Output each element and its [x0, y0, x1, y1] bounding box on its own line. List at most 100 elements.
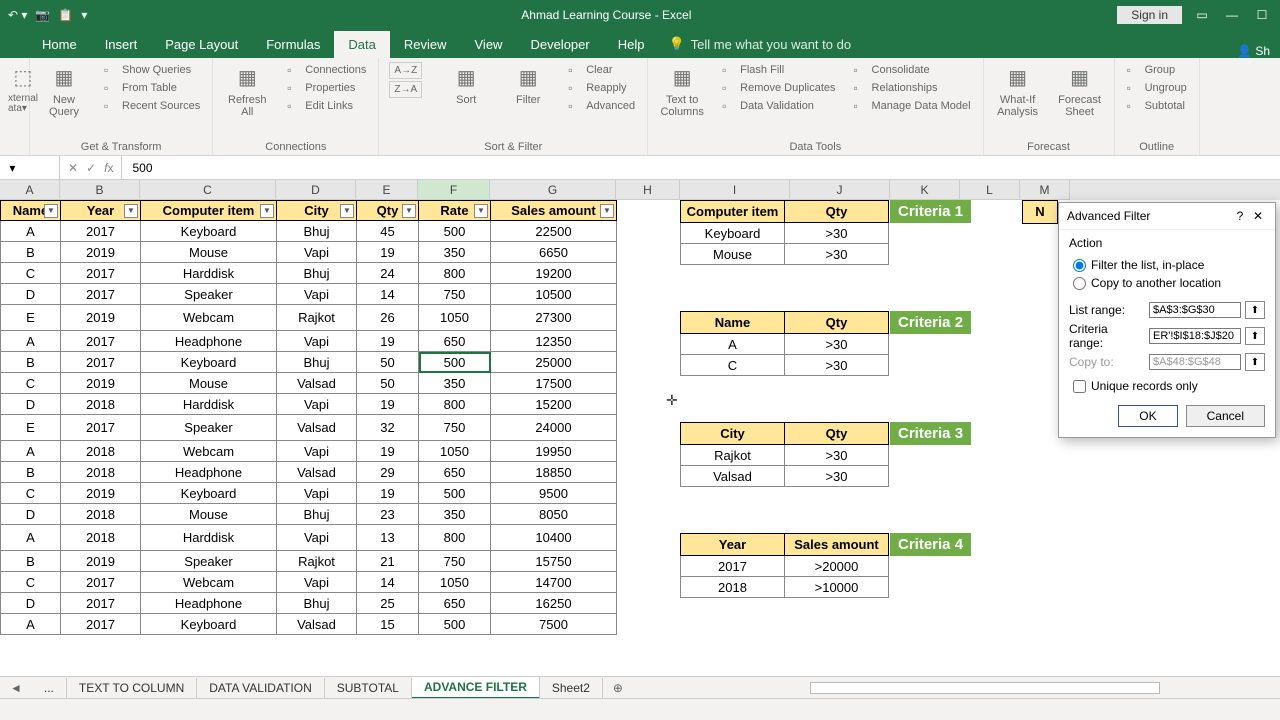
tellme-text[interactable]: Tell me what you want to do	[691, 37, 851, 52]
tab-view[interactable]: View	[461, 31, 517, 58]
header-qty[interactable]: Qty▼	[357, 201, 419, 221]
data-validation-button[interactable]: ▫Data Validation	[720, 98, 837, 114]
filter-button[interactable]: ▦Filter	[504, 62, 552, 106]
data-table[interactable]: Name▼Year▼Computer item▼City▼Qty▼Rate▼Sa…	[0, 200, 617, 635]
header-computer-item[interactable]: Computer item▼	[141, 201, 277, 221]
forecast-sheet-button[interactable]: ▦Forecast Sheet	[1056, 62, 1104, 118]
group-button[interactable]: ▫Group	[1125, 62, 1189, 78]
table-row[interactable]: C2019MouseValsad5035017500	[1, 373, 617, 394]
copy-to-picker-icon[interactable]: ⬆	[1245, 353, 1265, 371]
cancel-formula-icon[interactable]: ✕	[68, 161, 78, 175]
tab-formulas[interactable]: Formulas	[252, 31, 334, 58]
reapply-button[interactable]: ▫Reapply	[566, 80, 637, 96]
enter-formula-icon[interactable]: ✓	[86, 161, 96, 175]
connections-button[interactable]: ▫Connections	[285, 62, 368, 78]
table-row[interactable]: A2017KeyboardBhuj4550022500	[1, 221, 617, 242]
col-header-A[interactable]: A	[0, 180, 60, 200]
undo-icon[interactable]: ↶ ▾	[8, 8, 27, 22]
sheet-tab-subtotal[interactable]: SUBTOTAL	[325, 678, 412, 698]
new-query-button[interactable]: ▦New Query	[40, 62, 88, 118]
col-header-E[interactable]: E	[356, 180, 418, 200]
sheet-tab-sheet2[interactable]: Sheet2	[540, 678, 603, 698]
criteria-table-3[interactable]: CityQtyRajkot>30Valsad>30	[680, 422, 889, 487]
filter-dropdown-icon[interactable]: ▼	[402, 204, 416, 218]
header-city[interactable]: City▼	[277, 201, 357, 221]
criteria-range-input[interactable]	[1149, 328, 1241, 344]
header-rate[interactable]: Rate▼	[419, 201, 491, 221]
criteria-table-4[interactable]: YearSales amount2017>200002018>10000	[680, 533, 889, 598]
fx-icon[interactable]: fx	[104, 161, 113, 175]
sort-az-button[interactable]: A→Z	[389, 62, 422, 79]
table-row[interactable]: E2019WebcamRajkot26105027300	[1, 305, 617, 331]
name-box[interactable]: ▾	[0, 156, 60, 179]
text-to-columns-button[interactable]: ▦Text to Columns	[658, 62, 706, 118]
sheet-tab-text-to-column[interactable]: TEXT TO COLUMN	[67, 678, 197, 698]
sheet-nav-prev[interactable]: ◄	[0, 681, 32, 695]
copy-to-input[interactable]	[1149, 354, 1241, 370]
col-header-G[interactable]: G	[490, 180, 616, 200]
col-header-J[interactable]: J	[790, 180, 890, 200]
tab-review[interactable]: Review	[390, 31, 461, 58]
properties-button[interactable]: ▫Properties	[285, 80, 368, 96]
dialog-close-icon[interactable]: ✕	[1249, 209, 1267, 223]
col-header-C[interactable]: C	[140, 180, 276, 200]
col-header-I[interactable]: I	[680, 180, 790, 200]
table-row[interactable]: B2019MouseVapi193506650	[1, 242, 617, 263]
share-icon[interactable]: 👤 Sh	[1237, 44, 1270, 58]
col-header-F[interactable]: F	[418, 180, 490, 200]
unique-records-checkbox[interactable]: Unique records only	[1069, 377, 1265, 395]
clear-button[interactable]: ▫Clear	[566, 62, 637, 78]
show-queries-button[interactable]: ▫Show Queries	[102, 62, 202, 78]
col-header-L[interactable]: L	[960, 180, 1020, 200]
what-if-analysis-button[interactable]: ▦What-If Analysis	[994, 62, 1042, 118]
sheet-tab-advance-filter[interactable]: ADVANCE FILTER	[412, 677, 540, 699]
relationships-button[interactable]: ▫Relationships	[852, 80, 973, 96]
cancel-button[interactable]: Cancel	[1186, 405, 1265, 427]
sort-za-button[interactable]: Z→A	[389, 81, 422, 98]
table-row[interactable]: A2018HarddiskVapi1380010400	[1, 525, 617, 551]
ribbon-options-icon[interactable]: ▭	[1192, 8, 1212, 22]
column-headers[interactable]: ABCDEFGHIJKLM	[0, 180, 1280, 200]
list-range-input[interactable]	[1149, 302, 1241, 318]
flash-fill-button[interactable]: ▫Flash Fill	[720, 62, 837, 78]
edit-links-button[interactable]: ▫Edit Links	[285, 98, 368, 114]
criteria-range-picker-icon[interactable]: ⬆	[1245, 327, 1265, 345]
minimize-icon[interactable]: —	[1222, 8, 1242, 22]
dialog-help-icon[interactable]: ?	[1231, 209, 1249, 223]
camera-icon[interactable]: 📷	[35, 8, 50, 22]
refresh-all-button[interactable]: ▦Refresh All	[223, 62, 271, 118]
copy-location-radio[interactable]: Copy to another location	[1069, 274, 1265, 292]
tab-help[interactable]: Help	[604, 31, 659, 58]
table-row[interactable]: A2017KeyboardValsad155007500	[1, 614, 617, 635]
tab-home[interactable]: Home	[28, 31, 91, 58]
sheet-tab-[interactable]: ...	[32, 678, 67, 698]
remove-duplicates-button[interactable]: ▫Remove Duplicates	[720, 80, 837, 96]
qat-more-icon[interactable]: ▾	[81, 8, 87, 22]
tab-insert[interactable]: Insert	[91, 31, 152, 58]
table-row[interactable]: D2018HarddiskVapi1980015200	[1, 394, 617, 415]
filter-dropdown-icon[interactable]: ▼	[474, 204, 488, 218]
table-row[interactable]: D2018MouseBhuj233508050	[1, 504, 617, 525]
formula-value[interactable]: 500	[122, 161, 162, 175]
paste-icon[interactable]: 📋	[58, 8, 73, 22]
new-sheet-button[interactable]: ⊕	[603, 678, 633, 698]
filter-dropdown-icon[interactable]: ▼	[124, 204, 138, 218]
col-header-B[interactable]: B	[60, 180, 140, 200]
table-row[interactable]: A2017HeadphoneVapi1965012350	[1, 331, 617, 352]
criteria-table-1[interactable]: Computer itemQtyKeyboard>30Mouse>30	[680, 200, 889, 265]
tab-page-layout[interactable]: Page Layout	[151, 31, 252, 58]
signin-button[interactable]: Sign in	[1117, 6, 1182, 24]
header-name[interactable]: Name▼	[1, 201, 61, 221]
advanced-button[interactable]: ▫Advanced	[566, 98, 637, 114]
filter-inplace-radio[interactable]: Filter the list, in-place	[1069, 256, 1265, 274]
table-row[interactable]: B2019SpeakerRajkot2175015750	[1, 551, 617, 572]
table-row[interactable]: D2017SpeakerVapi1475010500	[1, 284, 617, 305]
maximize-icon[interactable]: ☐	[1252, 8, 1272, 22]
recent-sources-button[interactable]: ▫Recent Sources	[102, 98, 202, 114]
table-row[interactable]: A2018WebcamVapi19105019950	[1, 441, 617, 462]
filter-dropdown-icon[interactable]: ▼	[260, 204, 274, 218]
table-row[interactable]: C2017HarddiskBhuj2480019200	[1, 263, 617, 284]
sort-button[interactable]: ▦Sort	[442, 62, 490, 106]
filter-dropdown-icon[interactable]: ▼	[340, 204, 354, 218]
horizontal-scrollbar[interactable]	[810, 682, 1160, 694]
